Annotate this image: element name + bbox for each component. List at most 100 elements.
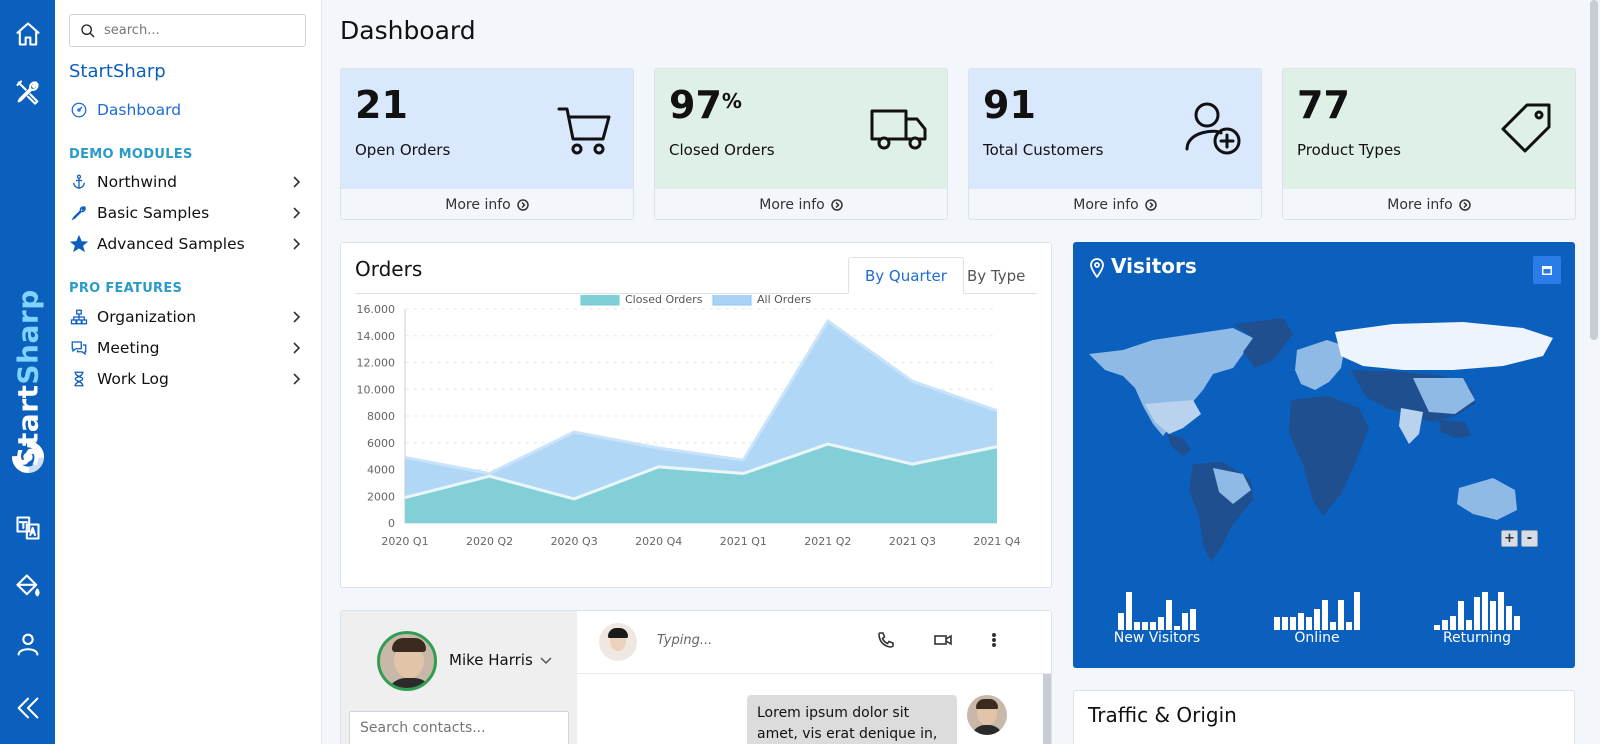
sidebar-item-label: Advanced Samples (97, 235, 245, 253)
spark-bar (1282, 617, 1288, 630)
spark-bar (1142, 622, 1148, 630)
tab-by-type[interactable]: By Type (951, 257, 1041, 294)
avatar[interactable] (967, 695, 1007, 735)
chat-bubbles-icon (69, 338, 89, 358)
arrow-circle-icon (1458, 199, 1471, 211)
region-usa[interactable] (1145, 400, 1201, 434)
sidebar-item-label: Basic Samples (97, 204, 210, 222)
orders-title: Orders (355, 257, 423, 281)
paint-bucket-icon[interactable] (0, 566, 55, 606)
sidebar-item-meeting[interactable]: Meeting (69, 335, 309, 361)
user-icon[interactable] (0, 624, 55, 664)
chevron-down-icon (540, 657, 552, 665)
stat-label: Closed Orders (669, 141, 775, 159)
map-pin-icon (1089, 258, 1105, 279)
y-tick-label: 8000 (367, 410, 395, 423)
zoom-in-button[interactable]: + (1501, 530, 1518, 547)
orders-panel: Orders By Quarter By Type 0 2000 4000 6000 8… (340, 242, 1052, 588)
spark-label: Returning (1442, 630, 1512, 646)
sidebar-item-label: Work Log (97, 370, 169, 388)
spark-bar (1306, 617, 1312, 630)
region-europe[interactable] (1295, 340, 1345, 390)
sidebar-item-organization[interactable]: Organization (69, 304, 309, 330)
y-tick-label: 6000 (367, 437, 395, 450)
page-scrollbar[interactable] (1590, 0, 1598, 340)
stat-value: 21 (355, 83, 408, 127)
zoom-out-button[interactable]: - (1521, 530, 1538, 547)
sparkline-bars (1267, 590, 1367, 630)
x-tick-label: 2021 Q2 (804, 535, 851, 548)
spark-bar (1274, 617, 1280, 630)
more-info-link[interactable]: More info (1283, 189, 1575, 219)
more-info-link[interactable]: More info (341, 189, 633, 219)
spark-bar (1150, 622, 1156, 630)
more-info-link[interactable]: More info (655, 189, 947, 219)
region-australia[interactable] (1457, 478, 1517, 520)
legend-swatch (580, 295, 620, 306)
sparkline-bars (1427, 590, 1527, 630)
stat-value: 77 (1297, 83, 1350, 127)
calendar-button[interactable] (1533, 256, 1561, 284)
chat-contacts-pane: Mike Harris (341, 611, 577, 744)
region-india[interactable] (1399, 408, 1423, 444)
spark-bar (1506, 606, 1512, 630)
add-user-icon (1183, 99, 1243, 159)
region-central-america[interactable] (1167, 434, 1191, 456)
brand-swirl-icon (11, 440, 45, 474)
arrow-circle-icon (1144, 199, 1157, 211)
tools-icon[interactable] (0, 72, 55, 112)
sidebar-item-label: Meeting (97, 339, 160, 357)
chat-conversation-pane: Typing... Lorem ipsum dolor sit amet, vi… (577, 611, 1051, 744)
sidebar-item-advanced-samples[interactable]: Advanced Samples (69, 231, 309, 257)
region-southeast-asia[interactable] (1439, 420, 1471, 438)
chevron-right-icon (289, 310, 303, 324)
stat-label: Open Orders (355, 141, 451, 159)
x-tick-label: 2021 Q3 (889, 535, 936, 548)
sidebar-item-northwind[interactable]: Northwind (69, 169, 309, 195)
sidebar-search[interactable] (69, 14, 306, 47)
avatar[interactable] (599, 623, 637, 661)
more-options-icon[interactable] (985, 631, 1007, 653)
region-russia[interactable] (1335, 322, 1553, 370)
spark-bar (1338, 600, 1344, 630)
home-icon[interactable] (0, 14, 55, 54)
phone-icon[interactable] (877, 631, 899, 653)
region-africa[interactable] (1289, 396, 1369, 516)
spark-bar (1126, 592, 1132, 630)
stat-card-product-types: 77 Product Types More info (1282, 68, 1576, 220)
chevron-right-icon (289, 372, 303, 386)
chevron-right-icon (289, 341, 303, 355)
section-demo-modules: DEMO MODULES (69, 147, 193, 162)
sidebar-item-basic-samples[interactable]: Basic Samples (69, 200, 309, 226)
calendar-icon (1542, 266, 1552, 275)
section-pro-features: PRO FEATURES (69, 281, 183, 296)
traffic-title: Traffic & Origin (1088, 703, 1237, 727)
avatar[interactable] (377, 631, 437, 691)
sidebar-item-label: Organization (97, 308, 197, 326)
more-info-link[interactable]: More info (969, 189, 1261, 219)
chat-scrollbar[interactable] (1043, 674, 1051, 744)
spark-bar (1458, 601, 1464, 630)
y-tick-label: 4000 (367, 464, 395, 477)
stat-label: Product Types (1297, 141, 1401, 159)
truck-icon (869, 99, 929, 159)
collapse-icon[interactable] (0, 688, 55, 728)
search-contacts-input[interactable] (349, 711, 569, 744)
sidebar-app-title[interactable]: StartSharp (69, 61, 166, 82)
spark-bar (1442, 620, 1448, 630)
y-tick-label: 0 (388, 517, 395, 530)
y-tick-label: 16.000 (357, 303, 396, 316)
video-call-icon[interactable] (934, 631, 956, 653)
tab-by-quarter[interactable]: By Quarter (848, 257, 964, 294)
search-input[interactable] (104, 23, 294, 38)
translate-icon[interactable] (0, 508, 55, 548)
legend-label: Closed Orders (625, 295, 703, 306)
sidebar-item-work-log[interactable]: Work Log (69, 366, 309, 392)
spark-bar (1474, 597, 1480, 630)
page-title: Dashboard (340, 16, 476, 45)
search-icon (81, 23, 95, 37)
sidebar-item-dashboard[interactable]: Dashboard (69, 97, 309, 123)
stat-card-closed-orders: 97% Closed Orders More info (654, 68, 948, 220)
current-user[interactable]: Mike Harris (449, 651, 553, 669)
spark-bar (1314, 609, 1320, 630)
